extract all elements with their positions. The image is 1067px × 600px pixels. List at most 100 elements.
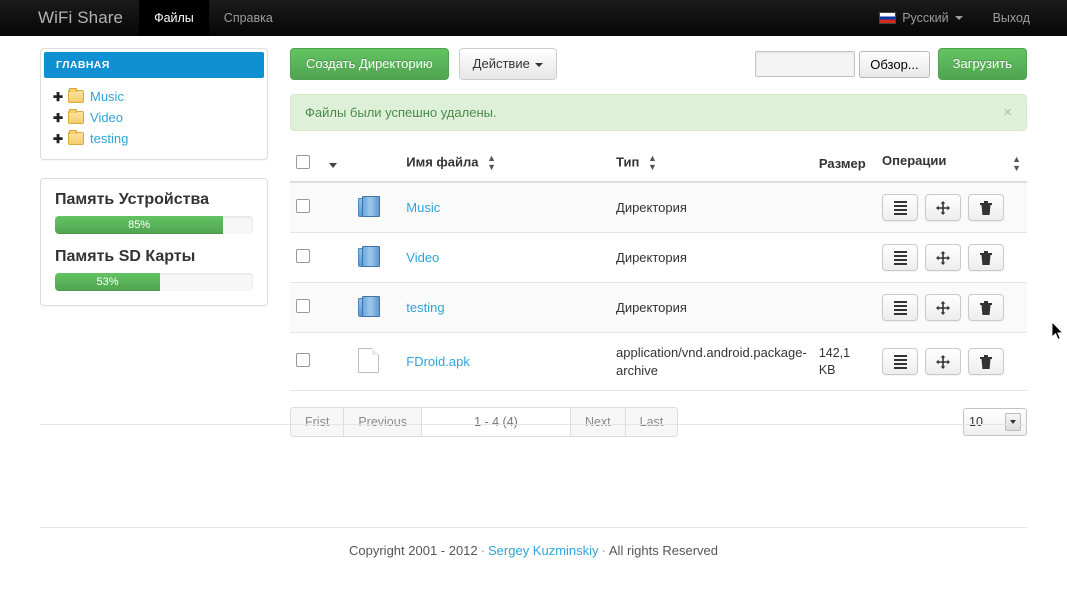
device-memory-progress: 85%	[55, 216, 253, 234]
chevron-down-icon	[954, 16, 963, 20]
sort-icon: ▲ ▼	[647, 153, 657, 173]
file-menu-button[interactable]	[882, 244, 918, 272]
move-button[interactable]	[925, 348, 961, 376]
file-link[interactable]: Music	[406, 200, 440, 215]
chevron-down-icon[interactable]	[329, 162, 338, 168]
folder-icon	[68, 130, 84, 145]
footer-separator: ·	[480, 543, 485, 558]
sd-memory-label: Память SD Карты	[55, 248, 196, 265]
expand-plus-icon[interactable]: ✚	[53, 91, 67, 103]
delete-button[interactable]	[968, 244, 1004, 272]
folder-icon	[68, 109, 84, 124]
move-icon	[936, 354, 950, 369]
success-alert: Файлы были успешно удалены. ×	[290, 94, 1027, 132]
pagination-next[interactable]: Next	[570, 408, 626, 437]
app-brand[interactable]: WiFi Share	[0, 0, 139, 36]
delete-button[interactable]	[968, 194, 1004, 222]
row-operations-cell	[876, 182, 1027, 234]
delete-button[interactable]	[968, 348, 1004, 376]
row-checkbox[interactable]	[296, 199, 310, 214]
file-menu-button[interactable]	[882, 194, 918, 222]
tree-item[interactable]: ✚ Video	[51, 107, 257, 128]
pagination-info: 1 - 4 (4)	[421, 408, 571, 437]
th-filename[interactable]: Имя файла ▲ ▼	[400, 145, 611, 184]
nav-item-help[interactable]: Справка	[209, 0, 288, 36]
pagination-first[interactable]: Frist	[291, 408, 345, 437]
move-icon	[936, 200, 950, 215]
row-operations-cell	[876, 232, 1027, 284]
navbar-right: Русский Выход	[864, 0, 1067, 36]
create-directory-button[interactable]: Создать Директорию	[290, 48, 449, 81]
tree-item[interactable]: ✚ testing	[51, 128, 257, 149]
app-root: WiFi Share Файлы Справка Русский Выход Г…	[0, 0, 1067, 600]
row-operations-cell	[876, 332, 1027, 392]
nav-item-files[interactable]: Файлы	[139, 0, 209, 36]
content-area: Создать Директорию Действие Обзор... Заг…	[290, 36, 1027, 438]
expand-plus-icon[interactable]: ✚	[53, 112, 67, 124]
tree-item-label[interactable]: Music	[90, 89, 124, 104]
toolbar: Создать Директорию Действие Обзор... Заг…	[290, 48, 1027, 81]
th-select-all	[290, 145, 324, 184]
folder-icon	[357, 296, 380, 318]
folder-icon	[68, 88, 84, 103]
sort-icon: ▲ ▼	[1012, 154, 1021, 174]
row-operations	[882, 194, 1021, 222]
alert-message: Файлы были успешно удалены.	[305, 105, 497, 121]
row-name-cell: Video	[400, 232, 611, 284]
row-operations-cell	[876, 282, 1027, 334]
tree-item[interactable]: ✚ Music	[51, 86, 257, 107]
close-icon[interactable]: ×	[1003, 105, 1012, 120]
move-button[interactable]	[925, 294, 961, 322]
tree-item-label[interactable]: Video	[90, 110, 123, 125]
pagination-previous[interactable]: Previous	[344, 408, 422, 437]
move-button[interactable]	[925, 194, 961, 222]
th-type[interactable]: Тип ▲ ▼	[610, 145, 813, 184]
move-button[interactable]	[925, 244, 961, 272]
th-operations[interactable]: Операции ▲ ▼	[876, 145, 1027, 184]
row-checkbox[interactable]	[296, 299, 310, 314]
pagination-last[interactable]: Last	[625, 408, 678, 437]
tree-panel: ГЛАВНАЯ ✚ Music ✚ Video ✚ testing	[40, 48, 268, 160]
expand-plus-icon[interactable]: ✚	[53, 133, 67, 145]
row-select-cell	[290, 332, 324, 392]
file-path-input[interactable]	[755, 51, 856, 78]
th-size-label: Размер	[818, 155, 866, 171]
browse-button[interactable]: Обзор...	[859, 50, 930, 78]
select-all-checkbox[interactable]	[296, 154, 310, 169]
row-type-cell: Директория	[610, 232, 813, 284]
row-checkbox[interactable]	[296, 353, 310, 368]
row-icon-cell	[351, 282, 401, 334]
page-size-select[interactable]: 10	[963, 408, 1027, 437]
folder-icon	[357, 246, 380, 268]
pagination: Frist Previous 1 - 4 (4) Next Last	[290, 407, 679, 438]
list-icon	[893, 250, 907, 265]
upload-group: Обзор... Загрузить	[755, 48, 1027, 81]
logout-link[interactable]: Выход	[978, 0, 1045, 36]
row-spacer-cell	[323, 232, 352, 284]
row-icon-cell	[351, 182, 401, 234]
file-table: Имя файла ▲ ▼ Тип ▲ ▼ Размер Операции ▲ ▼	[290, 145, 1027, 392]
tree-panel-title: ГЛАВНАЯ	[44, 52, 264, 78]
file-menu-button[interactable]	[882, 294, 918, 322]
chevron-down-icon	[1005, 413, 1021, 432]
file-menu-button[interactable]	[882, 348, 918, 376]
row-select-cell	[290, 182, 324, 234]
row-operations	[882, 244, 1021, 272]
tree-item-label[interactable]: testing	[90, 131, 128, 146]
pagination-row: Frist Previous 1 - 4 (4) Next Last 10	[290, 407, 1027, 438]
th-icon	[351, 145, 401, 184]
th-size[interactable]: Размер	[812, 145, 876, 184]
sort-icon: ▲ ▼	[487, 153, 497, 173]
delete-button[interactable]	[968, 294, 1004, 322]
row-spacer-cell	[323, 282, 352, 334]
file-link[interactable]: FDroid.apk	[406, 354, 470, 369]
file-link[interactable]: Video	[406, 250, 439, 265]
upload-button[interactable]: Загрузить	[937, 48, 1027, 81]
table-row: Music Директория	[290, 182, 1027, 234]
action-dropdown-button[interactable]: Действие	[458, 48, 557, 81]
footer-author-link[interactable]: Sergey Kuzminskiy	[488, 543, 599, 558]
navbar-links: Файлы Справка	[139, 0, 288, 36]
language-selector[interactable]: Русский	[864, 0, 977, 36]
row-checkbox[interactable]	[296, 249, 310, 264]
file-link[interactable]: testing	[406, 300, 444, 315]
